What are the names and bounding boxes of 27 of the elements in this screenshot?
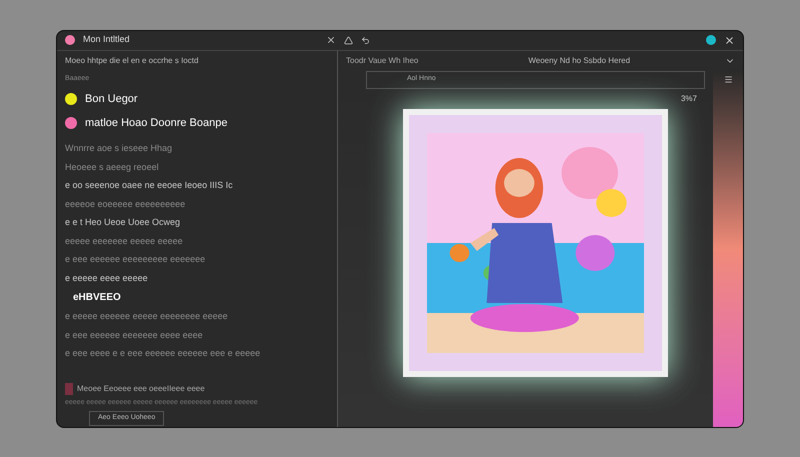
text-line: Wnnrre aoe s ieseee Hhag [65,142,174,155]
window-title: Mon Intltled [83,33,130,46]
close-icon[interactable] [724,34,735,46]
app-logo-icon [706,35,716,45]
subtitle: Moeo hhtpe die el en e occrhe s Ioctd [65,54,200,66]
text-line: e eee eeeeee eeeeeeeee eeeeeee [65,253,206,266]
text-line: e eee eeee e e eee eeeeee eeeeee eee e eeeee [65,347,262,360]
legend-label: matloe Hoao Doonre Boanpe [85,116,228,130]
text-line: e eee eeeeee eeeeeee eeee eeee [65,328,204,342]
text-line: e eeeee eeee eeeee [65,272,149,284]
footer-line: Meoee Eeoeee eee oeeeIIeee eeee [65,382,329,394]
text-line: e e t Heo Ueoe Uoee Ocweg [65,216,182,229]
legend-label: Bon Uegor [85,92,138,107]
panel-title: Weoeny Nd ho Ssbdo Hered [528,54,630,66]
text-line: e eeeee eeeeee eeeee eeeeeeee eeeee [65,310,229,323]
value-label: 3%7 [680,92,697,104]
text-line: eeeeoe eoeeeee eeeeeeeeee [65,198,186,210]
text-line: eHBVEEO [72,291,122,305]
text-line: e oo seeenoe oaee ne eeoee Ieoeo IIIS Ic [65,179,234,192]
close-icon[interactable] [326,35,336,45]
undo-icon[interactable] [361,36,370,44]
app-icon [65,35,75,45]
menu-icon[interactable] [724,74,732,84]
triangle-icon[interactable] [344,36,353,44]
text-line: Heoeee s aeeeg reoeel [65,160,160,174]
panel-header: Toodr Vaue Wh Iheo [346,54,418,66]
text-line: eeeee eeeeeee eeeee eeeee [65,234,184,248]
